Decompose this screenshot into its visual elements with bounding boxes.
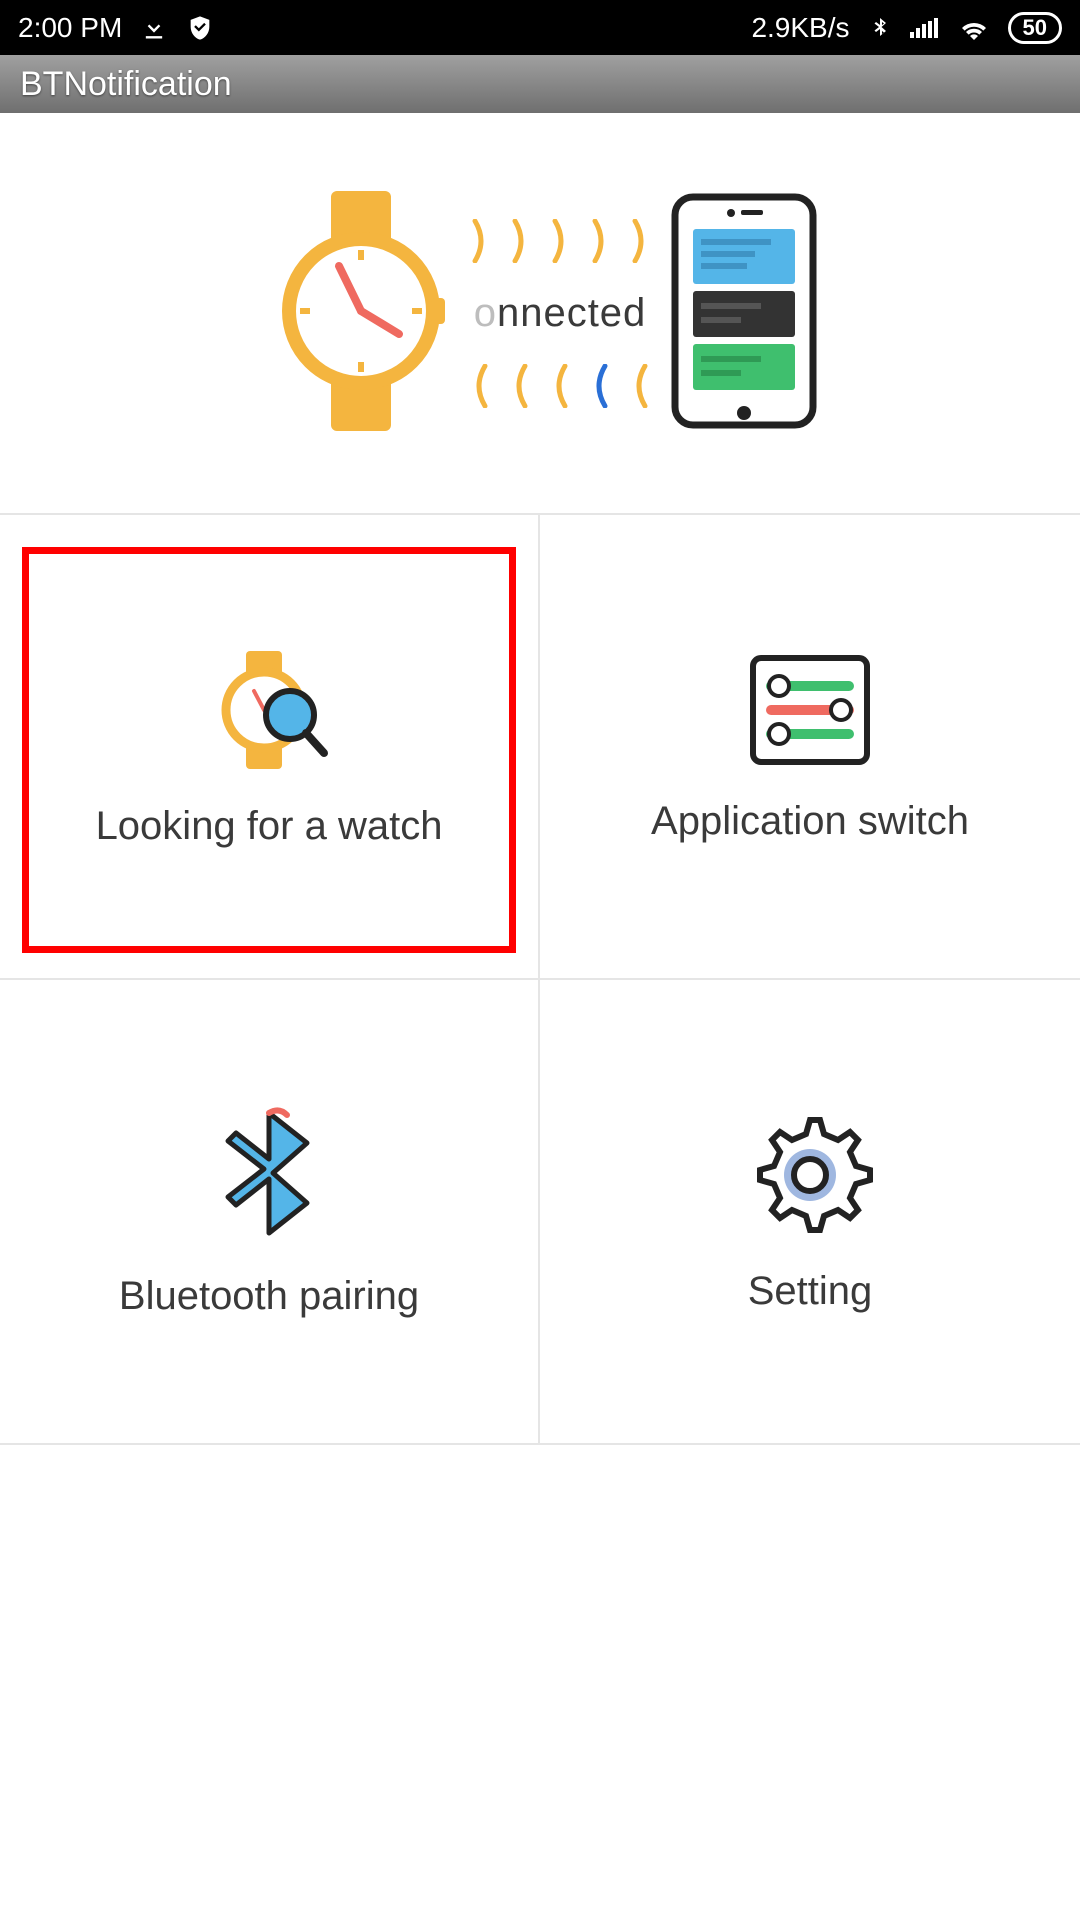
battery-level: 50 — [1008, 12, 1062, 44]
sliders-icon — [745, 650, 875, 775]
bluetooth-pairing-tile[interactable]: Bluetooth pairing — [0, 980, 540, 1445]
connection-status-text: oonnectednnected — [474, 291, 647, 336]
connection-hero: oonnectednnected — [0, 113, 1080, 513]
status-speed: 2.9KB/s — [751, 12, 849, 44]
wifi-icon — [958, 16, 990, 40]
looking-for-watch-label: Looking for a watch — [96, 804, 443, 849]
bluetooth-icon — [868, 14, 892, 42]
watch-search-icon — [204, 645, 334, 780]
bluetooth-large-icon — [214, 1105, 324, 1250]
signal-icon — [910, 16, 940, 40]
application-switch-tile[interactable]: Application switch — [540, 515, 1080, 980]
app-titlebar: BTNotification — [0, 55, 1080, 113]
phone-icon — [669, 191, 819, 436]
looking-for-watch-tile[interactable]: Looking for a watch — [0, 515, 540, 980]
application-switch-label: Application switch — [651, 799, 969, 844]
setting-label: Setting — [748, 1269, 873, 1314]
signal-waves-bottom — [471, 364, 649, 408]
setting-tile[interactable]: Setting — [540, 980, 1080, 1445]
download-icon — [140, 14, 168, 42]
signal-waves-top — [471, 219, 649, 263]
gear-icon — [745, 1110, 875, 1245]
statusbar: 2:00 PM 2.9KB/s 50 — [0, 0, 1080, 55]
shield-check-icon — [186, 14, 214, 42]
bluetooth-pairing-label: Bluetooth pairing — [119, 1274, 419, 1319]
status-time: 2:00 PM — [18, 12, 122, 44]
app-title: BTNotification — [20, 65, 232, 104]
watch-icon — [261, 186, 451, 441]
